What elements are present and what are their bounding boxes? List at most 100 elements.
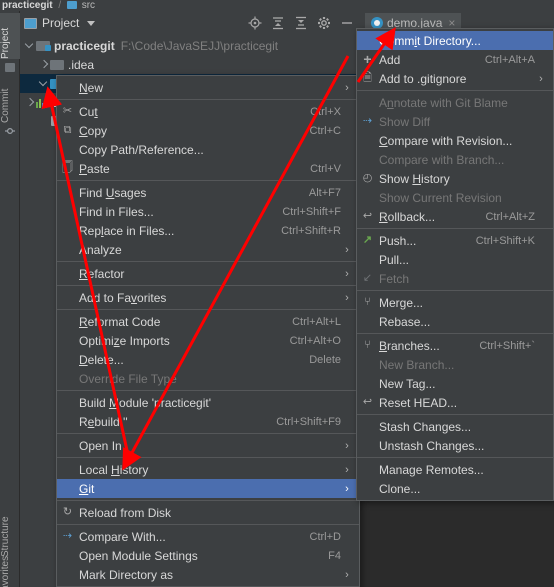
sidebar-item-structure[interactable]: Structure — [0, 501, 20, 557]
git-item-commit-directory[interactable]: Commit Directory... — [357, 31, 553, 50]
page-title: Project — [42, 16, 80, 30]
clipboard-icon: 🗍 — [62, 162, 73, 174]
git-item-push[interactable]: ↗ Push... Ctrl+Shift+K — [357, 231, 553, 250]
menu-item-icon — [57, 369, 79, 388]
menu-item-label: Refactor — [79, 266, 125, 281]
tool-window-strip: Project Commit Structure Favorites — [0, 11, 20, 587]
menu-item-delete[interactable]: Delete... Delete — [57, 350, 359, 369]
menu-item-icon: ↩ — [357, 393, 379, 412]
chevron-down-icon[interactable] — [38, 78, 49, 89]
menu-item-icon — [57, 412, 79, 431]
menu-separator — [57, 99, 359, 100]
git-item-add[interactable]: + Add Ctrl+Alt+A — [357, 50, 553, 69]
chevron-right-icon: › — [345, 243, 349, 256]
menu-item-icon — [357, 460, 379, 479]
tree-item-label: practicegit — [54, 38, 115, 53]
menu-item-label: Compare with Revision... — [379, 133, 513, 148]
fetch-icon: ↙ — [362, 272, 373, 284]
context-menu[interactable]: New › ✂ Cut Ctrl+X ⧉ Copy Ctrl+C Copy Path/Refer… — [56, 75, 360, 587]
sidebar-item-project[interactable]: Project — [0, 13, 20, 59]
git-item-clone[interactable]: Clone... — [357, 479, 553, 498]
expand-all-icon[interactable] — [271, 16, 285, 30]
git-item-merge[interactable]: ⑂ Merge... — [357, 293, 553, 312]
menu-item-icon — [57, 546, 79, 565]
menu-item-override-file-type: Override File Type — [57, 369, 359, 388]
menu-item-label: Override File Type — [79, 371, 177, 386]
breadcrumb-file[interactable]: src — [82, 0, 95, 11]
git-item-unstash-changes[interactable]: Unstash Changes... — [357, 436, 553, 455]
locate-icon[interactable] — [248, 16, 262, 30]
menu-item-rebuild-default[interactable]: Rebuild '' Ctrl+Shift+F9 — [57, 412, 359, 431]
tree-item-idea[interactable]: .idea — [20, 55, 360, 74]
menu-item-optimize-imports[interactable]: Optimize Imports Ctrl+Alt+O — [57, 331, 359, 350]
menu-item-copy[interactable]: ⧉ Copy Ctrl+C — [57, 121, 359, 140]
breadcrumb-project[interactable]: practicegit — [2, 0, 53, 11]
chevron-right-icon[interactable] — [38, 59, 49, 70]
menu-item-icon — [357, 250, 379, 269]
git-item-branches[interactable]: ⑂ Branches... Ctrl+Shift+` — [357, 336, 553, 355]
tree-item-practicegit[interactable]: practicegit F:\Code\JavaSEJJ\practicegit — [20, 36, 360, 55]
menu-item-open-module-settings[interactable]: Open Module Settings F4 — [57, 546, 359, 565]
sidebar-item-commit[interactable]: Commit — [0, 79, 20, 123]
menu-item-icon: ⑂ — [357, 336, 379, 355]
git-item-show-history[interactable]: ◴ Show History — [357, 169, 553, 188]
breadcrumb-separator: / — [58, 0, 62, 11]
chevron-down-icon[interactable] — [87, 20, 96, 26]
git-item-compare-with-revision[interactable]: Compare with Revision... — [357, 131, 553, 150]
git-item-rebase[interactable]: Rebase... — [357, 312, 553, 331]
menu-item-find-in-files[interactable]: Find in Files... Ctrl+Shift+F — [57, 202, 359, 221]
menu-item-compare-with[interactable]: ⇢ Compare With... Ctrl+D — [57, 527, 359, 546]
chevron-down-icon[interactable] — [24, 40, 35, 51]
rollback-icon: ↩ — [362, 210, 373, 222]
project-panel-title-group[interactable]: Project — [24, 16, 96, 30]
menu-item-new[interactable]: New › — [57, 78, 359, 97]
git-item-rollback[interactable]: ↩ Rollback... Ctrl+Alt+Z — [357, 207, 553, 226]
git-item-show-current-revision: Show Current Revision — [357, 188, 553, 207]
menu-item-replace-in-files[interactable]: Replace in Files... Ctrl+Shift+R — [57, 221, 359, 240]
git-item-manage-remotes[interactable]: Manage Remotes... — [357, 460, 553, 479]
menu-item-copy-path-reference[interactable]: Copy Path/Reference... — [57, 140, 359, 159]
folder-icon — [50, 59, 64, 70]
menu-item-label: Unstash Changes... — [379, 438, 485, 453]
menu-item-label: Annotate with Git Blame — [379, 95, 508, 110]
git-item-reset-head[interactable]: ↩ Reset HEAD... — [357, 393, 553, 412]
gear-icon[interactable] — [317, 16, 331, 30]
git-submenu[interactable]: Commit Directory... + Add Ctrl+Alt+A 🗎 Add to… — [356, 28, 554, 501]
menu-item-paste[interactable]: 🗍 Paste Ctrl+V — [57, 159, 359, 178]
menu-item-reformat-code[interactable]: Reformat Code Ctrl+Alt+L — [57, 312, 359, 331]
menu-item-add-to-favorites[interactable]: Add to Favorites › — [57, 288, 359, 307]
diff-icon: ⇢ — [362, 115, 373, 127]
menu-separator — [57, 500, 359, 501]
git-item-pull[interactable]: Pull... — [357, 250, 553, 269]
menu-item-refactor[interactable]: Refactor › — [57, 264, 359, 283]
menu-item-reload-from-disk[interactable]: ↻ Reload from Disk — [57, 503, 359, 522]
chevron-right-icon[interactable] — [24, 97, 35, 108]
menu-item-icon — [357, 188, 379, 207]
hide-window-icon[interactable] — [340, 16, 354, 30]
git-item-new-tag[interactable]: New Tag... — [357, 374, 553, 393]
menu-item-open-in[interactable]: Open In › — [57, 436, 359, 455]
menu-item-icon — [57, 460, 79, 479]
git-item-stash-changes[interactable]: Stash Changes... — [357, 417, 553, 436]
menu-item-shortcut: Ctrl+Shift+R — [281, 224, 341, 237]
menu-item-git[interactable]: Git › — [57, 479, 359, 498]
menu-item-local-history[interactable]: Local History › — [57, 460, 359, 479]
menu-separator — [57, 285, 359, 286]
menu-item-icon: + — [357, 50, 379, 69]
menu-item-icon: ↙ — [357, 269, 379, 288]
git-item-add-to-gitignore[interactable]: 🗎 Add to .gitignore › — [357, 69, 553, 88]
menu-item-label: Mark Directory as — [79, 567, 174, 582]
tree-item-label: .idea — [68, 57, 95, 72]
git-item-fetch: ↙ Fetch — [357, 269, 553, 288]
menu-item-analyze[interactable]: Analyze › — [57, 240, 359, 259]
menu-item-mark-directory-as[interactable]: Mark Directory as › — [57, 565, 359, 584]
menu-item-find-usages[interactable]: Find Usages Alt+F7 — [57, 183, 359, 202]
sidebar-item-favorites[interactable]: Favorites — [0, 556, 20, 587]
menu-item-build-module-practicegit[interactable]: Build Module 'practicegit' — [57, 393, 359, 412]
menu-item-label: Pull... — [379, 252, 410, 267]
menu-item-cut[interactable]: ✂ Cut Ctrl+X — [57, 102, 359, 121]
menu-item-icon — [57, 565, 79, 584]
menu-separator — [57, 180, 359, 181]
collapse-all-icon[interactable] — [294, 16, 308, 30]
menu-item-label: Delete... — [79, 352, 124, 367]
